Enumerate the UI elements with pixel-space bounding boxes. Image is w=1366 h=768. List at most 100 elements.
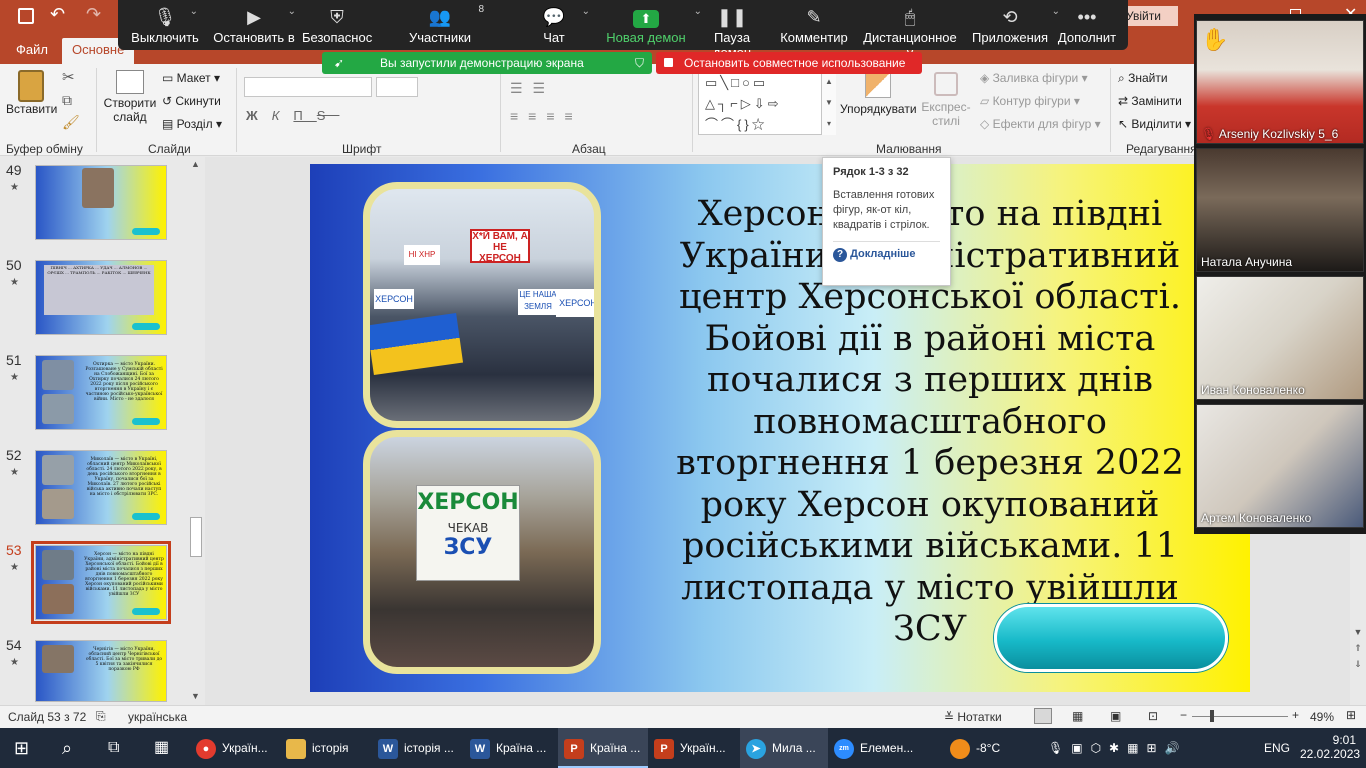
taskbar-app[interactable]: ➤ Мила ... bbox=[740, 728, 828, 768]
underline-button[interactable]: П bbox=[293, 108, 316, 123]
scroll-up-icon[interactable]: ▲ bbox=[191, 159, 200, 169]
tab-file[interactable]: Файл bbox=[16, 42, 48, 57]
notes-button[interactable]: ≚ Нотатки bbox=[944, 710, 1002, 724]
layout-button[interactable]: ▭ Макет ▾ bbox=[162, 71, 220, 85]
taskbar-app[interactable]: zm Елемен... bbox=[834, 728, 924, 768]
mute-button[interactable]: 🎙 Выключить ⌄ bbox=[128, 0, 202, 50]
shapes-gallery[interactable]: ▭╲□○▭ △┐⌐▷⇩⇨ ⌒⌒{}☆ bbox=[698, 71, 836, 135]
copy-icon[interactable]: ⧉ bbox=[62, 92, 72, 109]
slide-thumbnail-49[interactable] bbox=[35, 165, 167, 240]
slide-scrollbar[interactable]: ▼ ⇑ ⇓ bbox=[1350, 624, 1366, 704]
slide-decorative-button[interactable] bbox=[994, 604, 1228, 672]
reset-button[interactable]: ↺ Скинути bbox=[162, 94, 221, 108]
scroll-down-icon[interactable]: ▼ bbox=[191, 691, 200, 701]
mic-muted-icon: 🎙 bbox=[1201, 127, 1217, 141]
tooltip-more-link[interactable]: ? Докладніше bbox=[833, 241, 940, 262]
more-button[interactable]: ••• Дополнит bbox=[1056, 0, 1118, 50]
slideshow-icon[interactable]: ⊡ bbox=[1148, 709, 1158, 723]
chat-button[interactable]: 💬 Чат ⌄ bbox=[532, 0, 590, 50]
taskbar-app[interactable]: W Країна ... bbox=[470, 728, 554, 768]
shapes-gallery-scroll[interactable]: ▲ ▼ ▾ bbox=[821, 71, 836, 135]
participants-button[interactable]: 👥 Участники 8 bbox=[402, 0, 484, 50]
current-slide[interactable]: Х*Й ВАМ, А НЕ ХЕРСОН ХЕРСОН ЦЕ НАША ЗЕМЛ… bbox=[310, 164, 1250, 692]
sign-line-1: ХЕРСОН bbox=[417, 490, 519, 515]
thumbnails-scrollbar[interactable]: ▲ ▼ bbox=[189, 159, 203, 704]
remote-control-button[interactable]: 🖱Дистанционное у bbox=[860, 0, 960, 60]
taskbar-app[interactable]: P Україн... bbox=[654, 728, 738, 768]
sign-in-button[interactable]: Увійти bbox=[1122, 6, 1178, 26]
language-indicator[interactable]: ENG bbox=[1264, 728, 1290, 768]
pause-share-button[interactable]: ❚❚Пауза демон bbox=[696, 0, 768, 60]
thumb-number: 50 bbox=[6, 257, 22, 273]
taskbar-app[interactable]: історія bbox=[286, 728, 366, 768]
italic-button[interactable]: К bbox=[272, 108, 294, 123]
windows-taskbar: ⊞ ⌕ ⧉ ▦ ● Україн... історія Wісторія ... … bbox=[0, 728, 1366, 768]
font-name-field[interactable] bbox=[244, 77, 372, 97]
taskbar-app-active[interactable]: P Країна ... bbox=[558, 728, 648, 768]
normal-view-icon[interactable] bbox=[1034, 708, 1052, 724]
zoom-slider-thumb[interactable] bbox=[1210, 710, 1214, 722]
shape-fill-button[interactable]: ◈ Заливка фігури ▾ bbox=[980, 71, 1088, 85]
spellcheck-icon[interactable]: ⎘ bbox=[96, 709, 106, 724]
taskbar-app[interactable]: ● Україн... bbox=[196, 728, 276, 768]
stop-share-button[interactable]: Остановить совместное использование bbox=[656, 52, 922, 74]
task-view-icon[interactable]: ⧉ bbox=[108, 728, 119, 768]
zoom-out-icon[interactable]: − bbox=[1180, 708, 1187, 722]
replace-button[interactable]: ⇄ Замінити bbox=[1118, 94, 1182, 108]
protest-sign: Х*Й ВАМ, А НЕ ХЕРСОН bbox=[470, 229, 530, 264]
find-button[interactable]: ⌕ Знайти bbox=[1118, 71, 1168, 86]
cursor-icon: ↖ bbox=[1118, 117, 1129, 131]
fit-to-window-icon[interactable]: ⊞ bbox=[1346, 708, 1356, 722]
language-indicator[interactable]: українська bbox=[128, 710, 187, 724]
paste-button[interactable]: Вставити bbox=[6, 68, 57, 132]
save-icon[interactable] bbox=[18, 8, 34, 24]
apps-button[interactable]: ⟲ Приложения ⌄ bbox=[972, 0, 1060, 50]
bold-button[interactable]: Ж bbox=[246, 108, 272, 123]
cut-icon[interactable]: ✂ bbox=[62, 68, 75, 86]
new-slide-button[interactable]: Створити слайд bbox=[100, 68, 160, 124]
reading-view-icon[interactable]: ▣ bbox=[1110, 709, 1121, 723]
weather-widget[interactable]: -8°C bbox=[950, 728, 1000, 768]
section-button[interactable]: ▤ Розділ ▾ bbox=[162, 117, 222, 131]
video-tile[interactable]: ✋ 🎙 Arseniy Kozlivskiy 5_6 bbox=[1196, 20, 1364, 144]
thumb-number: 49 bbox=[6, 162, 22, 178]
quick-styles-button[interactable]: Експрес- стилі bbox=[920, 68, 972, 128]
undo-icon[interactable]: ↶ bbox=[50, 4, 65, 25]
slide-thumbnail-51[interactable]: Охтирка — місто України. Розташоване у С… bbox=[35, 355, 167, 430]
format-painter-icon[interactable]: 🖌 bbox=[62, 114, 80, 131]
taskbar-app[interactable]: Wісторія ... bbox=[378, 728, 462, 768]
clock[interactable]: 9:01 22.02.2023 bbox=[1300, 728, 1360, 768]
security-button[interactable]: ⛨ Безопаснос bbox=[302, 0, 372, 50]
strike-button[interactable]: S bbox=[317, 108, 340, 123]
font-format-buttons[interactable]: ЖКПS bbox=[246, 108, 339, 123]
shape-effects-button[interactable]: ◇ Ефекти для фігур ▾ bbox=[980, 117, 1101, 131]
font-size-field[interactable] bbox=[376, 77, 418, 97]
video-tile[interactable]: Артем Коноваленко bbox=[1196, 404, 1364, 528]
video-tile[interactable]: Натала Анучина bbox=[1196, 148, 1364, 272]
zoom-level[interactable]: 49% bbox=[1310, 710, 1334, 724]
redo-icon[interactable]: ↷ bbox=[86, 4, 101, 25]
video-tile[interactable]: Иван Коноваленко bbox=[1196, 276, 1364, 400]
scroll-thumb[interactable] bbox=[190, 517, 202, 557]
list-buttons[interactable]: ☰☰ bbox=[510, 80, 555, 97]
slide-thumbnail-53[interactable]: Херсон — місто на півдні України, адміні… bbox=[31, 541, 171, 624]
stop-video-button[interactable]: ▶ Остановить в ⌄ bbox=[212, 0, 296, 50]
system-tray-icons[interactable]: 🎙▣⬡✱▦⊞🔊 bbox=[1048, 728, 1187, 768]
slide-thumbnail-52[interactable]: Миколаїв — місто в Україні, обласний цен… bbox=[35, 450, 167, 525]
slide-thumbnail-50[interactable]: ПІВНІЧ ... АХТИРКА ... УДАЧ ... АЛМОНОВ … bbox=[35, 260, 167, 335]
select-button[interactable]: ↖ Виділити ▾ bbox=[1118, 117, 1191, 131]
help-icon: ? bbox=[833, 248, 847, 262]
annotate-button[interactable]: ✎ Комментир bbox=[780, 0, 848, 50]
search-icon[interactable]: ⌕ bbox=[62, 728, 72, 768]
pin-icon[interactable]: ➹ bbox=[334, 52, 344, 74]
zoom-in-icon[interactable]: + bbox=[1292, 708, 1299, 722]
new-share-button[interactable]: ⬆ Новая демон ⌄ bbox=[604, 0, 702, 50]
calculator-icon[interactable]: ▦ bbox=[154, 728, 169, 768]
windows-start-icon[interactable]: ⊞ bbox=[14, 728, 29, 768]
slide-thumbnail-54[interactable]: Чернігів — місто України, обласний центр… bbox=[35, 640, 167, 702]
slide-sorter-icon[interactable]: ▦ bbox=[1072, 709, 1083, 723]
shape-outline-button[interactable]: ▱ Контур фігури ▾ bbox=[980, 94, 1080, 108]
zoom-slider[interactable] bbox=[1192, 716, 1288, 717]
align-buttons[interactable]: ≡≡≡≡ bbox=[510, 108, 583, 124]
arrange-button[interactable]: Упорядкувати bbox=[840, 68, 917, 116]
